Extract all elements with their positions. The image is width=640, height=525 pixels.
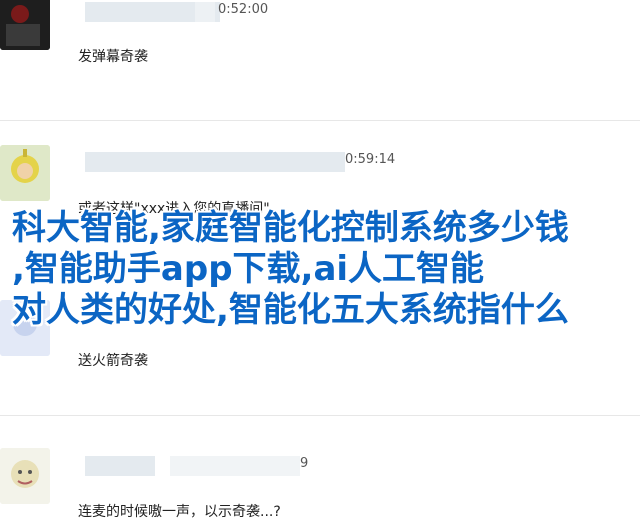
timestamp: 9 [300, 456, 309, 471]
timestamp: 0:52:00 [218, 2, 269, 17]
meta-bar-redacted [170, 456, 300, 476]
comment-text: 连麦的时候嗷一声，以示奇袭...? [78, 504, 281, 520]
overlay-line-1: 科大智能,家庭智能化控制系统多少钱 [12, 208, 569, 248]
overlay-line-2: ,智能助手app下载,ai人工智能 [12, 249, 485, 289]
comment-item-1: 0:52:00 发弹幕奇袭 [0, 0, 640, 120]
comment-text: 送火箭奇袭 [78, 353, 148, 369]
avatar[interactable] [0, 0, 50, 50]
avatar[interactable] [0, 145, 50, 201]
avatar[interactable] [0, 448, 50, 504]
timestamp: 0:59:14 [345, 152, 396, 167]
meta-bar-redacted [195, 2, 215, 22]
username-bar-redacted [85, 152, 345, 172]
username-bar-redacted [85, 456, 155, 476]
overlay-line-3: 对人类的好处,智能化五大系统指什么 [12, 290, 569, 330]
divider [0, 120, 640, 121]
comment-text: 发弹幕奇袭 [78, 49, 148, 65]
divider [0, 415, 640, 416]
comment-item-4: 9 连麦的时候嗷一声，以示奇袭...? [0, 440, 640, 525]
overlay-headline: 科大智能,家庭智能化控制系统多少钱 ,智能助手app下载,ai人工智能 对人类的… [12, 208, 632, 331]
